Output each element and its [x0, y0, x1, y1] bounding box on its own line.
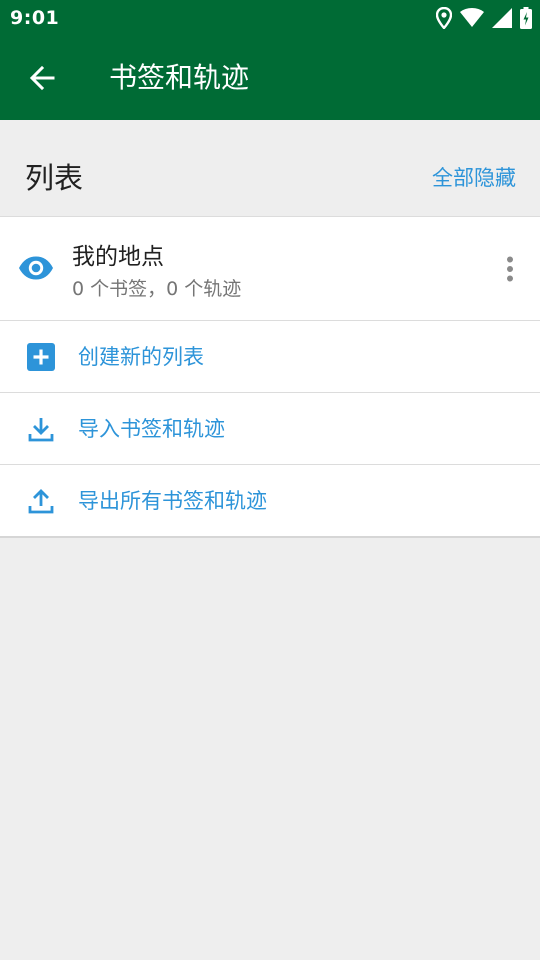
- arrow-back-icon: [29, 65, 55, 91]
- download-icon: [25, 413, 57, 445]
- lists-card: 我的地点 0 个书签，0 个轨迹 创建新的列表 导入书签和轨迹 导出所有书签和轨…: [0, 216, 540, 538]
- export-label: 导出所有书签和轨迹: [78, 489, 267, 513]
- section-title: 列表: [25, 161, 84, 195]
- hide-all-button[interactable]: 全部隐藏: [432, 162, 516, 194]
- import-row[interactable]: 导入书签和轨迹: [0, 393, 540, 465]
- create-list-label: 创建新的列表: [78, 345, 204, 369]
- export-row[interactable]: 导出所有书签和轨迹: [0, 465, 540, 536]
- eye-icon[interactable]: [18, 253, 54, 283]
- signal-icon: [492, 8, 512, 28]
- add-box-icon: [25, 341, 57, 373]
- more-vert-icon[interactable]: [496, 247, 524, 291]
- wifi-icon: [460, 8, 484, 28]
- upload-icon: [25, 485, 57, 517]
- back-button[interactable]: [18, 54, 66, 102]
- status-icons: [436, 6, 532, 30]
- page-title: 书签和轨迹: [109, 61, 250, 94]
- status-time: 9:01: [10, 7, 60, 29]
- app-bar: 书签和轨迹: [0, 36, 540, 120]
- location-icon: [436, 7, 452, 29]
- battery-icon: [520, 7, 532, 29]
- create-list-row[interactable]: 创建新的列表: [0, 321, 540, 393]
- list-summary: 0 个书签，0 个轨迹: [72, 278, 242, 300]
- import-label: 导入书签和轨迹: [78, 417, 225, 441]
- list-name: 我的地点: [72, 244, 164, 270]
- list-item[interactable]: 我的地点 0 个书签，0 个轨迹: [0, 217, 540, 321]
- lists-section-header: 列表 全部隐藏: [0, 120, 540, 216]
- status-bar: 9:01: [0, 0, 540, 36]
